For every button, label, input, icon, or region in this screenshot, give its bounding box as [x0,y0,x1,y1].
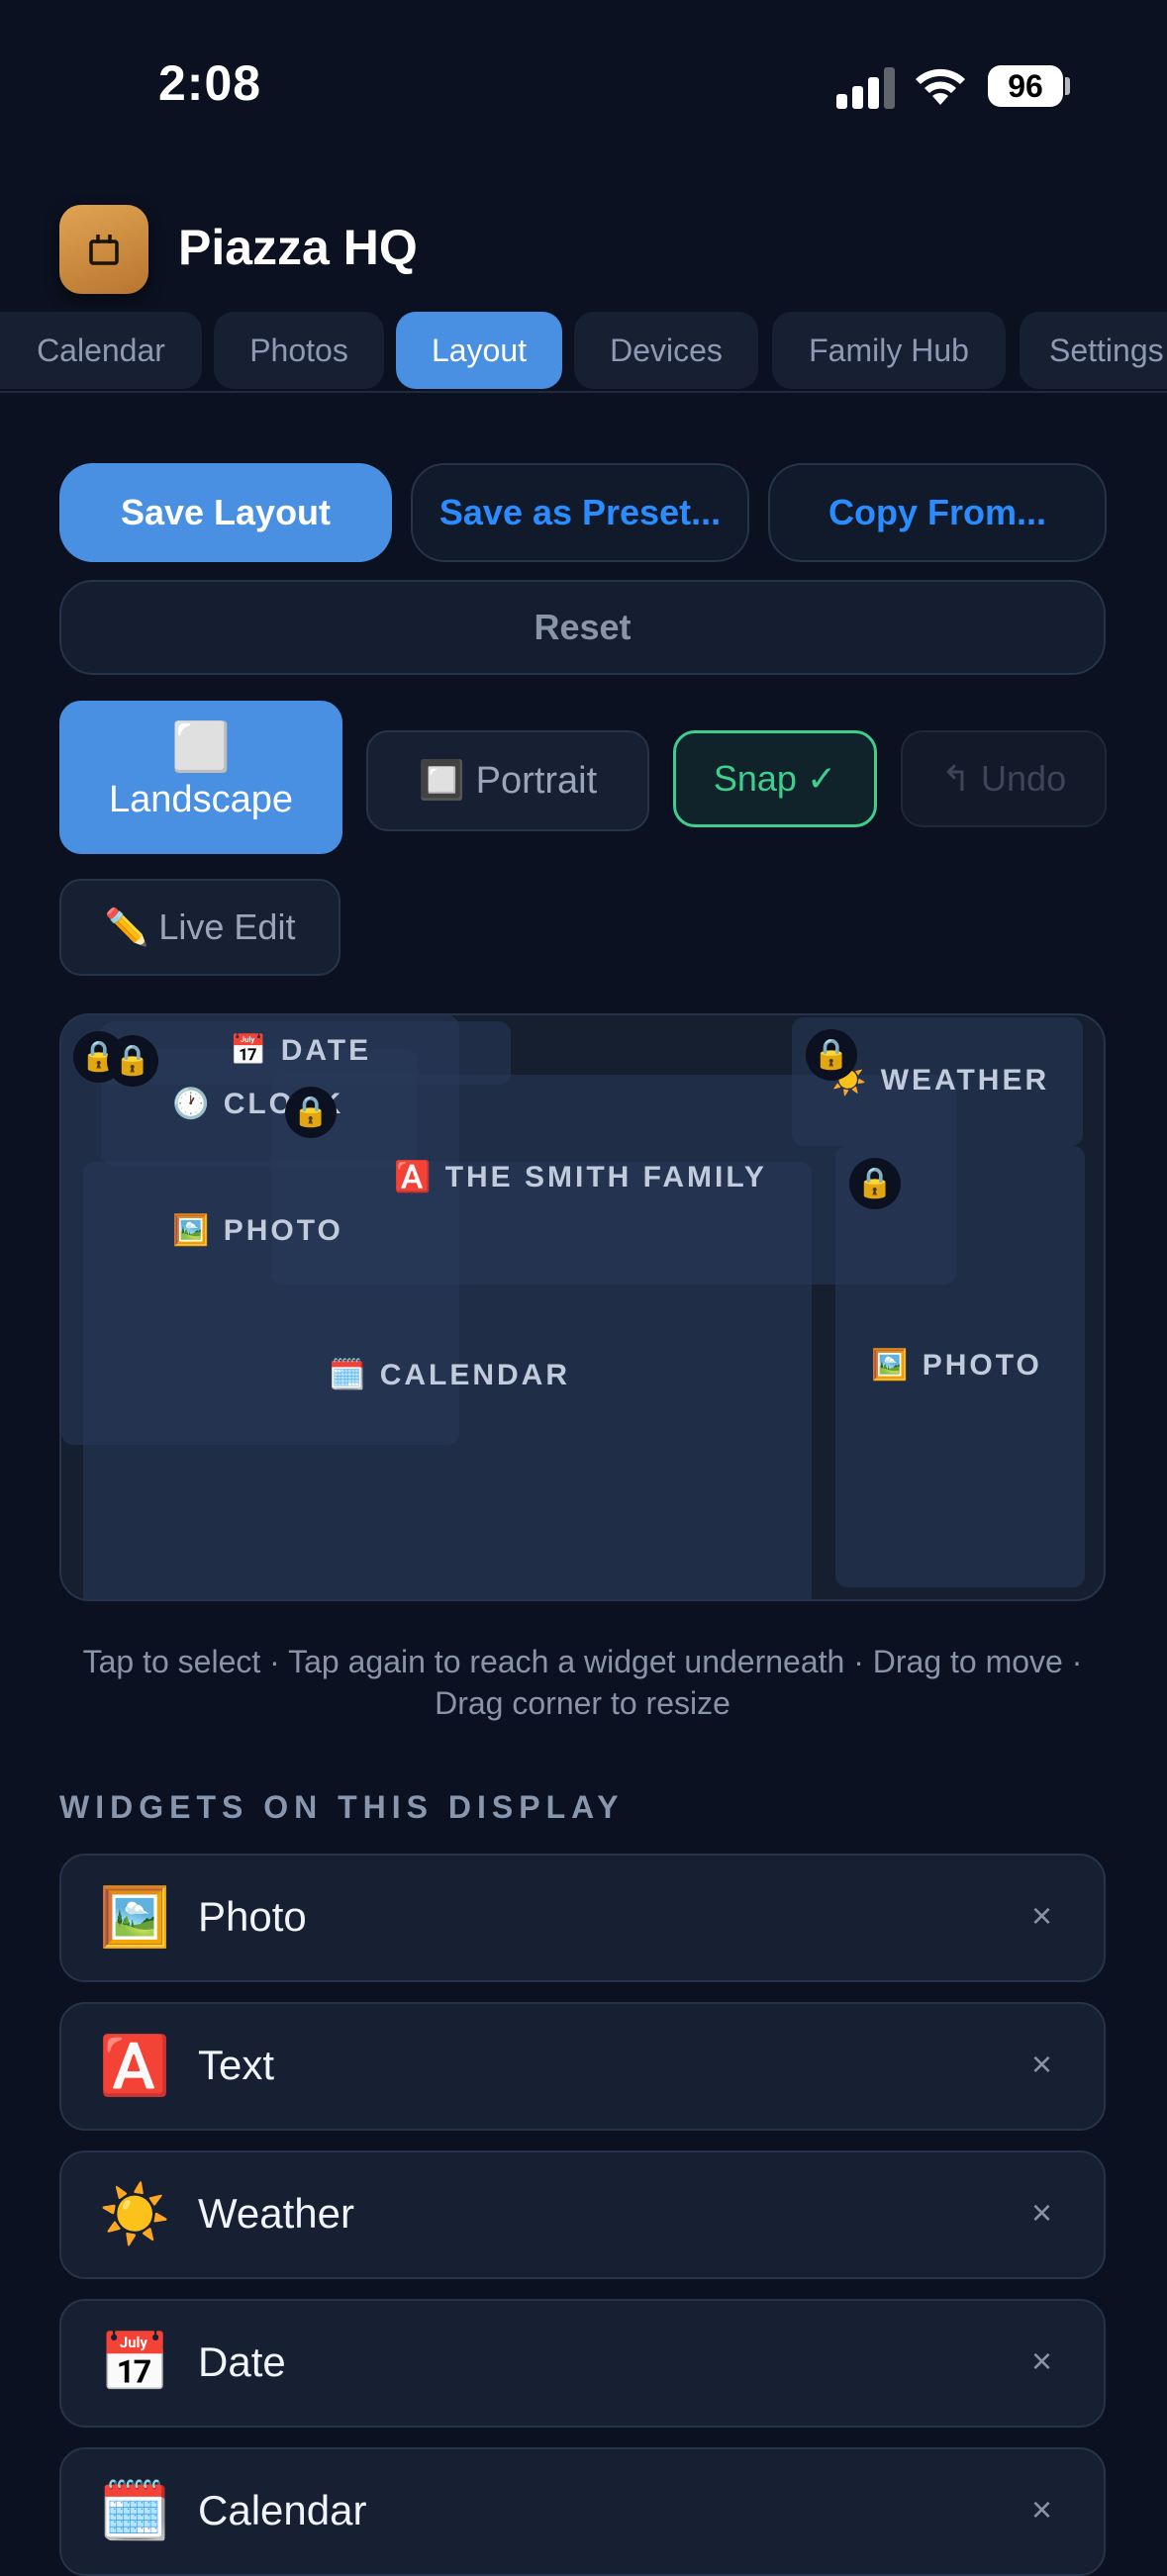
tab-calendar[interactable]: Calendar [0,312,202,389]
live-edit-button[interactable]: ✏️ Live Edit [59,879,340,976]
landscape-label: Landscape [109,779,293,820]
tab-bar: Calendar Photos Layout Devices Family Hu… [0,312,1167,393]
remove-icon[interactable]: × [1031,2489,1052,2530]
remove-icon[interactable]: × [1031,2044,1052,2085]
list-item-label: Weather [198,2190,354,2237]
snap-toggle[interactable]: Snap ✓ [673,730,877,827]
calendar-widget-label: 🗓️ CALENDAR [329,1359,571,1391]
portrait-button[interactable]: 🔲 Portrait [366,730,649,831]
status-bar: 2:08 96 [0,0,1167,168]
date-widget-label: 📅 DATE [230,1034,372,1067]
remove-icon[interactable]: × [1031,2192,1052,2234]
landscape-button[interactable]: ⬜ Landscape [59,701,342,854]
tab-family-hub[interactable]: Family Hub [772,312,1006,389]
battery-indicator: 96 [988,65,1063,107]
text-widget-label: 🅰️ THE SMITH FAMILY [394,1161,767,1193]
lock-icon[interactable]: 🔒 [806,1029,857,1081]
date-icon: 📅 [99,2331,171,2395]
layout-canvas[interactable]: 📅 DATE 🕐 CLOCK 🅰️ THE SMITH FAMILY 🖼️ PH… [59,1013,1106,1601]
photo-widget-right-label: 🖼️ PHOTO [871,1349,1042,1382]
list-item[interactable]: ☀️ Weather × [59,2150,1106,2279]
lock-icon[interactable]: 🔒 [849,1158,901,1209]
list-item[interactable]: 🖼️ Photo × [59,1854,1106,1982]
text-icon: 🅰️ [99,2034,171,2098]
list-item[interactable]: 📅 Date × [59,2299,1106,2428]
save-layout-button[interactable]: Save Layout [59,463,392,562]
list-item-label: Date [198,2338,286,2385]
weather-icon: ☀️ [99,2182,171,2246]
list-item-label: Photo [198,1893,307,1940]
battery-cap [1065,77,1070,95]
tab-settings[interactable]: Settings [1020,312,1167,389]
app-logo-icon [59,205,148,294]
tab-layout[interactable]: Layout [396,312,562,389]
remove-icon[interactable]: × [1031,2340,1052,2382]
status-time: 2:08 [158,55,262,111]
save-preset-button[interactable]: Save as Preset... [411,463,749,562]
section-title: WIDGETS ON THIS DISPLAY [59,1789,625,1825]
canvas-hint: Tap to select · Tap again to reach a wid… [82,1644,1083,1721]
lock-icon[interactable]: 🔒 [107,1035,158,1087]
list-item-label: Text [198,2042,275,2088]
tab-photos[interactable]: Photos [214,312,384,389]
tab-devices[interactable]: Devices [574,312,758,389]
lock-icon[interactable]: 🔒 [285,1087,337,1138]
wifi-icon [916,68,965,105]
list-item[interactable]: 🅰️ Text × [59,2002,1106,2131]
landscape-icon: ⬜ [171,721,231,774]
photo-icon: 🖼️ [99,1885,171,1950]
copy-from-button[interactable]: Copy From... [768,463,1107,562]
undo-button[interactable]: ↰ Undo [901,730,1107,827]
calendar-icon: 🗓️ [99,2479,171,2543]
list-item-label: Calendar [198,2487,367,2533]
weather-widget-label: ☀️ WEATHER [829,1064,1050,1097]
photo-widget-left-label: 🖼️ PHOTO [172,1214,343,1247]
reset-button[interactable]: Reset [59,580,1106,675]
remove-icon[interactable]: × [1031,1895,1052,1937]
app-title: Piazza HQ [178,220,418,275]
signal-icon [836,67,896,109]
list-item[interactable]: 🗓️ Calendar × [59,2447,1106,2576]
